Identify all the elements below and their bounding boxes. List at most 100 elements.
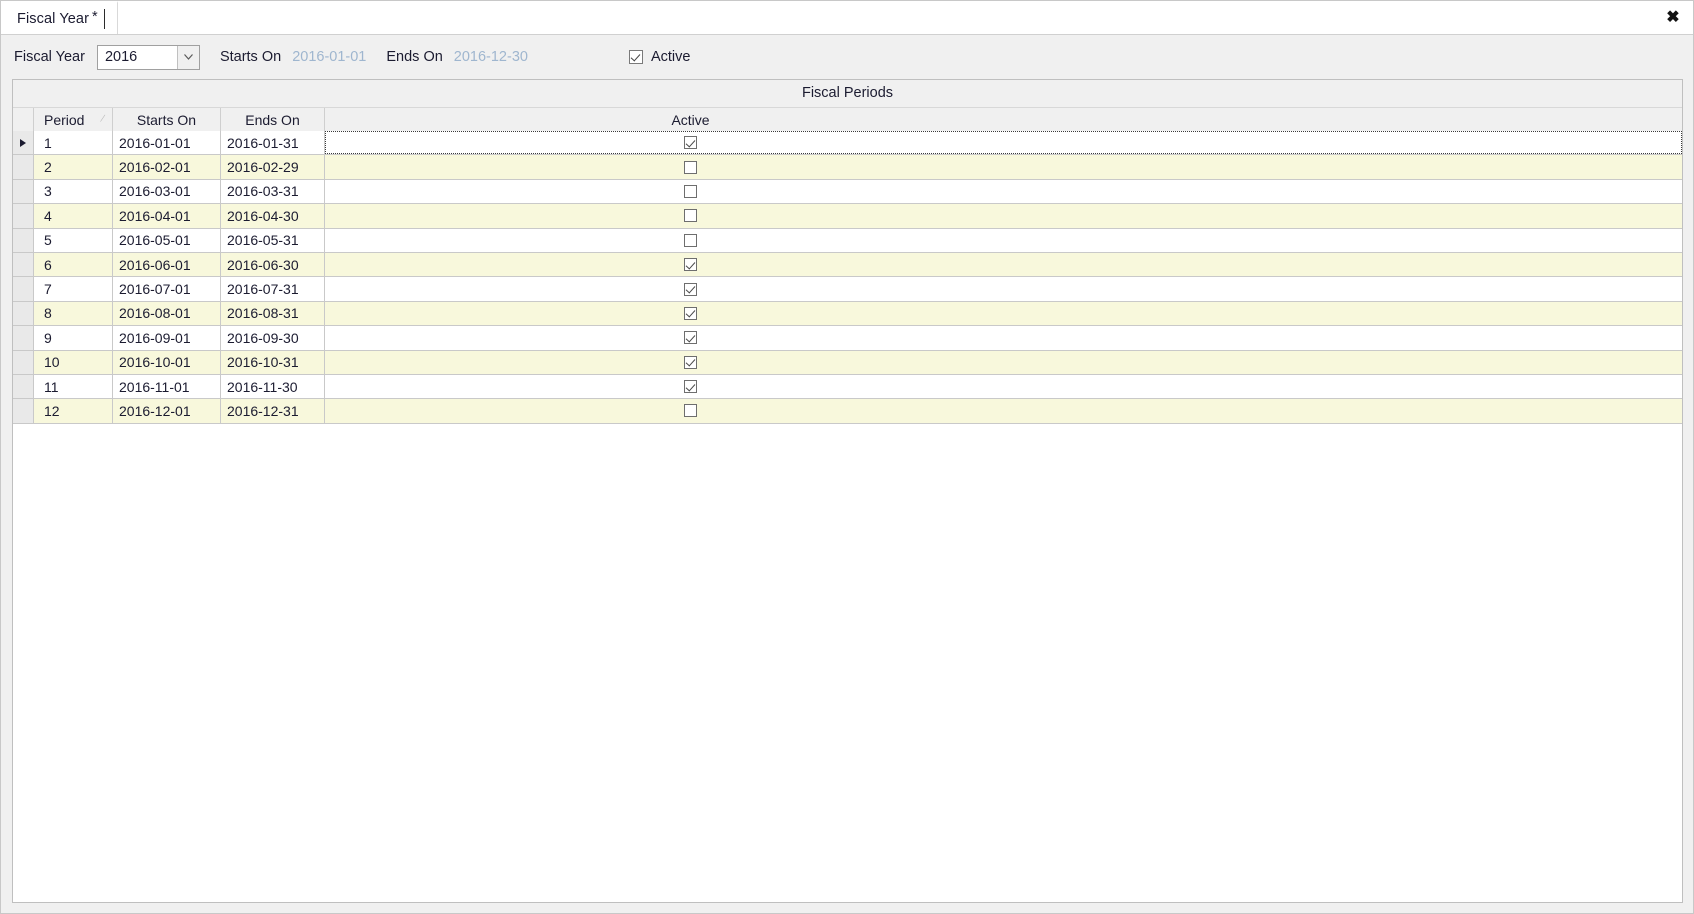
cell-ends-on[interactable]: 2016-08-31 xyxy=(221,301,325,326)
row-header-cell[interactable] xyxy=(13,204,34,228)
active-cell-inner xyxy=(684,306,697,320)
checkbox-icon[interactable] xyxy=(684,258,697,272)
cell-period[interactable]: 6 xyxy=(34,252,113,277)
table-row[interactable]: 4 2016-04-01 2016-04-30 xyxy=(13,204,1682,229)
cell-active[interactable] xyxy=(325,351,1682,374)
row-header-cell[interactable] xyxy=(13,374,34,399)
cell-starts-on[interactable]: 2016-06-01 xyxy=(113,252,221,277)
checkbox-icon[interactable] xyxy=(684,282,697,296)
row-header-cell[interactable] xyxy=(13,301,34,326)
cell-starts-on[interactable]: 2016-07-01 xyxy=(113,277,221,301)
row-header-cell[interactable] xyxy=(13,277,34,301)
cell-ends-on[interactable]: 2016-03-31 xyxy=(221,179,325,204)
cell-starts-on[interactable]: 2016-01-01 xyxy=(113,131,221,155)
cell-ends-on[interactable]: 2016-07-31 xyxy=(221,277,325,301)
checkbox-icon[interactable] xyxy=(684,209,697,223)
row-header-cell[interactable] xyxy=(13,326,34,350)
cell-ends-on[interactable]: 2016-06-30 xyxy=(221,252,325,277)
table-row[interactable]: 3 2016-03-01 2016-03-31 xyxy=(13,179,1682,205)
table-row[interactable]: 7 2016-07-01 2016-07-31 xyxy=(13,277,1682,302)
tab-strip-filler xyxy=(117,1,1693,34)
cell-starts-on[interactable]: 2016-10-01 xyxy=(113,350,221,374)
column-header-active[interactable]: Active xyxy=(325,108,1682,131)
cell-starts-on[interactable]: 2016-04-01 xyxy=(113,204,221,228)
chevron-down-icon[interactable] xyxy=(176,45,199,69)
table-row[interactable]: 11 2016-11-01 2016-11-30 xyxy=(13,374,1682,400)
table-row[interactable]: 6 2016-06-01 2016-06-30 xyxy=(13,252,1682,278)
cell-period[interactable]: 1 xyxy=(34,131,113,155)
fiscal-year-window: Fiscal Year * ✖ Fiscal Year 2016 Starts … xyxy=(0,0,1694,914)
checkbox-icon[interactable] xyxy=(628,50,643,64)
tab-fiscal-year[interactable]: Fiscal Year * xyxy=(1,1,118,34)
cell-starts-on[interactable]: 2016-11-01 xyxy=(113,374,221,399)
cell-starts-on[interactable]: 2016-08-01 xyxy=(113,301,221,326)
cell-active[interactable] xyxy=(325,326,1682,349)
checkbox-icon[interactable] xyxy=(684,136,697,150)
cell-active[interactable] xyxy=(325,180,1682,203)
cell-period[interactable]: 4 xyxy=(34,204,113,228)
cell-starts-on[interactable]: 2016-03-01 xyxy=(113,179,221,204)
checkbox-icon[interactable] xyxy=(684,306,697,320)
table-row[interactable]: 5 2016-05-01 2016-05-31 xyxy=(13,228,1682,253)
close-icon[interactable]: ✖ xyxy=(1663,8,1683,28)
cell-active[interactable] xyxy=(325,229,1682,252)
cell-starts-on[interactable]: 2016-02-01 xyxy=(113,155,221,179)
row-header-cell[interactable] xyxy=(13,131,34,155)
sort-ascending-icon: ⁄ xyxy=(101,112,105,126)
table-row[interactable]: 12 2016-12-01 2016-12-31 xyxy=(13,399,1682,424)
checkbox-icon[interactable] xyxy=(684,380,697,394)
cell-period[interactable]: 11 xyxy=(34,374,113,399)
cell-ends-on[interactable]: 2016-10-31 xyxy=(221,350,325,374)
cell-active[interactable] xyxy=(325,399,1682,422)
row-header-cell[interactable] xyxy=(13,155,34,179)
table-row[interactable]: 9 2016-09-01 2016-09-30 xyxy=(13,326,1682,351)
cell-active[interactable] xyxy=(325,204,1682,227)
cell-ends-on[interactable]: 2016-02-29 xyxy=(221,155,325,179)
cell-period[interactable]: 3 xyxy=(34,179,113,204)
cell-starts-on[interactable]: 2016-12-01 xyxy=(113,399,221,423)
cell-period[interactable]: 12 xyxy=(34,399,113,423)
checkbox-icon[interactable] xyxy=(684,160,697,174)
column-header-ends-on[interactable]: Ends On xyxy=(221,108,325,131)
cell-ends-on[interactable]: 2016-01-31 xyxy=(221,131,325,155)
cell-active[interactable] xyxy=(325,375,1682,398)
row-header-cell[interactable] xyxy=(13,228,34,252)
cell-ends-on[interactable]: 2016-11-30 xyxy=(221,374,325,399)
cell-active[interactable] xyxy=(325,131,1682,155)
cell-ends-on[interactable]: 2016-09-30 xyxy=(221,326,325,350)
cell-period[interactable]: 8 xyxy=(34,301,113,326)
checkbox-icon[interactable] xyxy=(684,184,697,198)
fiscal-year-select[interactable]: 2016 xyxy=(96,44,200,70)
cell-period[interactable]: 7 xyxy=(34,277,113,301)
cell-period[interactable]: 9 xyxy=(34,326,113,350)
checkbox-icon[interactable] xyxy=(684,233,697,247)
cell-starts-on[interactable]: 2016-09-01 xyxy=(113,326,221,350)
column-header-starts-on[interactable]: Starts On xyxy=(113,108,221,131)
table-row[interactable]: 1 2016-01-01 2016-01-31 xyxy=(13,131,1682,156)
panel-title: Fiscal Periods xyxy=(13,80,1682,107)
checkbox-icon[interactable] xyxy=(684,404,697,418)
active-checkbox[interactable]: Active xyxy=(628,49,690,65)
column-header-ends-on-label: Ends On xyxy=(245,111,300,128)
table-row[interactable]: 8 2016-08-01 2016-08-31 xyxy=(13,301,1682,327)
row-header-cell[interactable] xyxy=(13,252,34,277)
checkbox-icon[interactable] xyxy=(684,355,697,369)
cell-ends-on[interactable]: 2016-12-31 xyxy=(221,399,325,423)
checkbox-icon[interactable] xyxy=(684,331,697,345)
row-header-cell[interactable] xyxy=(13,350,34,374)
column-header-period[interactable]: Period ⁄ xyxy=(34,108,113,131)
cell-active[interactable] xyxy=(325,302,1682,325)
row-header-cell[interactable] xyxy=(13,399,34,423)
cell-period[interactable]: 2 xyxy=(34,155,113,179)
cell-starts-on[interactable]: 2016-05-01 xyxy=(113,228,221,252)
cell-period[interactable]: 5 xyxy=(34,228,113,252)
table-row[interactable]: 2 2016-02-01 2016-02-29 xyxy=(13,155,1682,180)
cell-active[interactable] xyxy=(325,155,1682,178)
row-header-cell[interactable] xyxy=(13,179,34,204)
cell-period[interactable]: 10 xyxy=(34,350,113,374)
table-row[interactable]: 10 2016-10-01 2016-10-31 xyxy=(13,350,1682,375)
cell-ends-on[interactable]: 2016-04-30 xyxy=(221,204,325,228)
cell-ends-on[interactable]: 2016-05-31 xyxy=(221,228,325,252)
cell-active[interactable] xyxy=(325,277,1682,300)
cell-active[interactable] xyxy=(325,253,1682,276)
